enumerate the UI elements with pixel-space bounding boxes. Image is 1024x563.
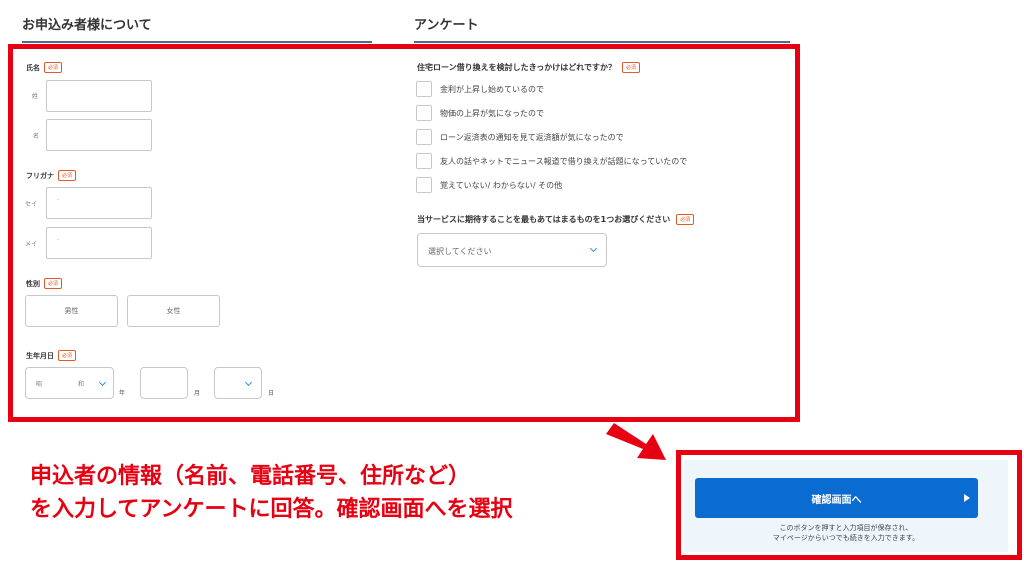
name-label: 氏名 必須 [26, 62, 63, 73]
applicant-section-heading: お申込み者様について [22, 14, 372, 43]
confirm-highlight-frame [676, 450, 1022, 560]
survey-q1-title-text: 住宅ローン借り換えを検討したきっかけはどれですか？ [417, 63, 617, 72]
checkbox[interactable] [416, 81, 432, 97]
required-badge: 必須 [58, 350, 77, 361]
sei-label: セイ [25, 201, 38, 208]
checkbox[interactable] [416, 177, 432, 193]
sei-placeholder: - [57, 196, 60, 203]
birthdate-label-text: 生年月日 [26, 351, 54, 360]
survey-q2-title-text: 当サービスに期待することを最もあてはまるものを1つお選びください [417, 215, 671, 224]
chevron-down-icon [98, 378, 107, 387]
furigana-label: フリガナ 必須 [26, 170, 77, 181]
birthdate-label: 生年月日 必須 [26, 350, 77, 361]
survey-section-heading: アンケート [414, 14, 790, 43]
select-placeholder: 選択してください [428, 247, 492, 256]
instruction-text: 申込者の情報（名前、電話番号、住所など） を入力してアンケートに回答。確認画面へ… [30, 460, 512, 526]
last-name-label: 姓 [32, 93, 39, 100]
chevron-down-icon [589, 244, 598, 253]
required-badge: 必須 [44, 278, 63, 289]
month-unit: 月 [194, 390, 201, 397]
survey-q1-title: 住宅ローン借り換えを検討したきっかけはどれですか？ 必須 [417, 62, 641, 73]
survey-q1-option[interactable]: 友人の話やネットでニュース報道で借り換えが話題になっていたので [416, 153, 687, 169]
option-text: 友人の話やネットでニュース報道で借り換えが話題になっていたので [440, 156, 688, 166]
survey-q1-option[interactable]: 金利が上昇し始めているので [416, 81, 544, 97]
required-badge: 必須 [676, 214, 695, 225]
gender-label: 性別 必須 [26, 278, 63, 289]
first-name-label: 名 [33, 133, 40, 140]
gender-female-button[interactable]: 女性 [127, 295, 220, 327]
option-text: 物価の上昇が気になったので [440, 108, 544, 118]
mei-label: メイ [25, 241, 38, 248]
birth-year-value: 和 [78, 381, 85, 388]
gender-male-button[interactable]: 男性 [25, 295, 118, 327]
instruction-line-1: 申込者の情報（名前、電話番号、住所など） [30, 464, 471, 489]
birth-year-select[interactable]: 昭 和 [25, 367, 114, 399]
last-name-input[interactable] [46, 80, 152, 112]
first-name-input[interactable] [46, 119, 152, 151]
survey-q2-title: 当サービスに期待することを最もあてはまるものを1つお選びください 必須 [417, 214, 695, 225]
gender-label-text: 性別 [26, 279, 40, 288]
survey-q2-select[interactable]: 選択してください [417, 233, 607, 267]
required-badge: 必須 [44, 62, 63, 73]
option-text: 覚えていない/ わからない/ その他 [440, 180, 563, 190]
checkbox[interactable] [416, 105, 432, 121]
sei-input[interactable]: - [46, 187, 152, 219]
chevron-down-icon [244, 378, 253, 387]
year-unit: 年 [119, 390, 126, 397]
instruction-line-2: を入力してアンケートに回答。確認画面へを選択 [30, 497, 513, 522]
furigana-label-text: フリガナ [26, 171, 54, 180]
name-label-text: 氏名 [26, 63, 40, 72]
birth-month-input[interactable] [140, 367, 188, 399]
required-badge: 必須 [622, 62, 641, 73]
mei-input[interactable]: - [46, 227, 152, 259]
birth-era-value: 昭 [36, 381, 43, 388]
day-unit: 日 [268, 390, 275, 397]
option-text: 金利が上昇し始めているので [440, 84, 544, 94]
mei-placeholder: - [57, 236, 60, 243]
arrow-icon [606, 423, 666, 460]
checkbox[interactable] [416, 129, 432, 145]
option-text: ローン返済表の通知を見て返済額が気になったので [440, 132, 624, 142]
required-badge: 必須 [58, 170, 77, 181]
survey-q1-option[interactable]: ローン返済表の通知を見て返済額が気になったので [416, 129, 624, 145]
survey-q1-option[interactable]: 覚えていない/ わからない/ その他 [416, 177, 562, 193]
birth-day-select[interactable] [214, 367, 262, 399]
survey-q1-option[interactable]: 物価の上昇が気になったので [416, 105, 544, 121]
checkbox[interactable] [416, 153, 432, 169]
